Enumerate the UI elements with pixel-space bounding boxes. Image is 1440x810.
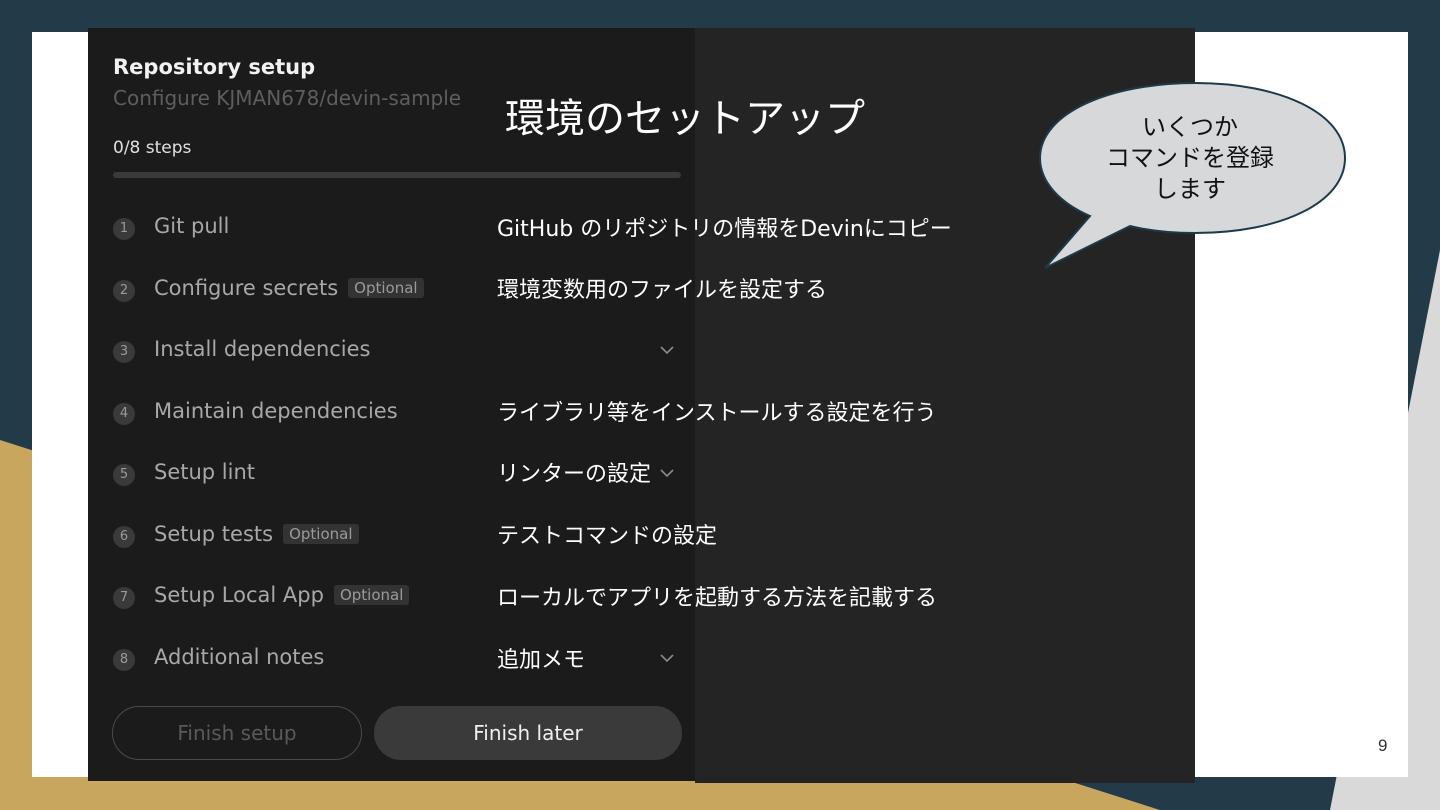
step-description: ライブラリ等をインストールする設定を行う [497,401,937,426]
step-number: 7 [113,587,135,609]
step-description: ローカルでアプリを起動する方法を記載する [497,586,938,611]
step-label: Additional notes [154,645,325,669]
step-description: 環境変数用のファイルを設定する [497,278,828,303]
optional-badge: Optional [333,585,410,605]
panel-subtitle: Configure KJMAN678/devin-sample [113,86,462,110]
page-number: 9 [1378,736,1388,755]
chevron-down-icon[interactable] [659,651,675,665]
finish-later-button[interactable]: Finish later [374,706,682,760]
panel-title: Repository setup [113,55,316,79]
step-additional-notes[interactable]: 8 Additional notes [113,639,683,679]
step-description: テストコマンドの設定 [497,524,718,549]
chevron-down-icon[interactable] [659,343,675,357]
step-number: 2 [113,280,135,302]
step-label: Git pull [154,214,230,238]
progress-bar [113,172,681,178]
speech-bubble-text: いくつか コマンドを登録 します [1106,113,1274,203]
finish-setup-button[interactable]: Finish setup [112,706,362,760]
step-number: 1 [113,218,135,240]
step-label: Configure secrets Optional [154,276,424,300]
step-label: Setup lint [154,460,256,484]
step-number: 3 [113,341,135,363]
step-description: GitHub のリポジトリの情報をDevinにコピー [497,217,952,242]
step-number: 6 [113,526,135,548]
step-label: Setup Local App Optional [154,583,410,607]
step-install-dependencies[interactable]: 3 Install dependencies [113,331,683,371]
chevron-down-icon[interactable] [659,466,675,480]
step-label: Setup tests Optional [154,522,359,546]
step-label: Maintain dependencies [154,399,398,423]
step-description: 追加メモ [497,648,586,673]
step-description: リンターの設定 [497,462,652,487]
step-number: 5 [113,464,135,486]
optional-badge: Optional [348,278,424,298]
step-number: 4 [113,403,135,425]
slide-heading: 環境のセットアップ [505,96,865,142]
steps-count: 0/8 steps [113,138,192,158]
step-number: 8 [113,649,135,671]
step-label: Install dependencies [154,337,371,361]
optional-badge: Optional [283,524,359,544]
